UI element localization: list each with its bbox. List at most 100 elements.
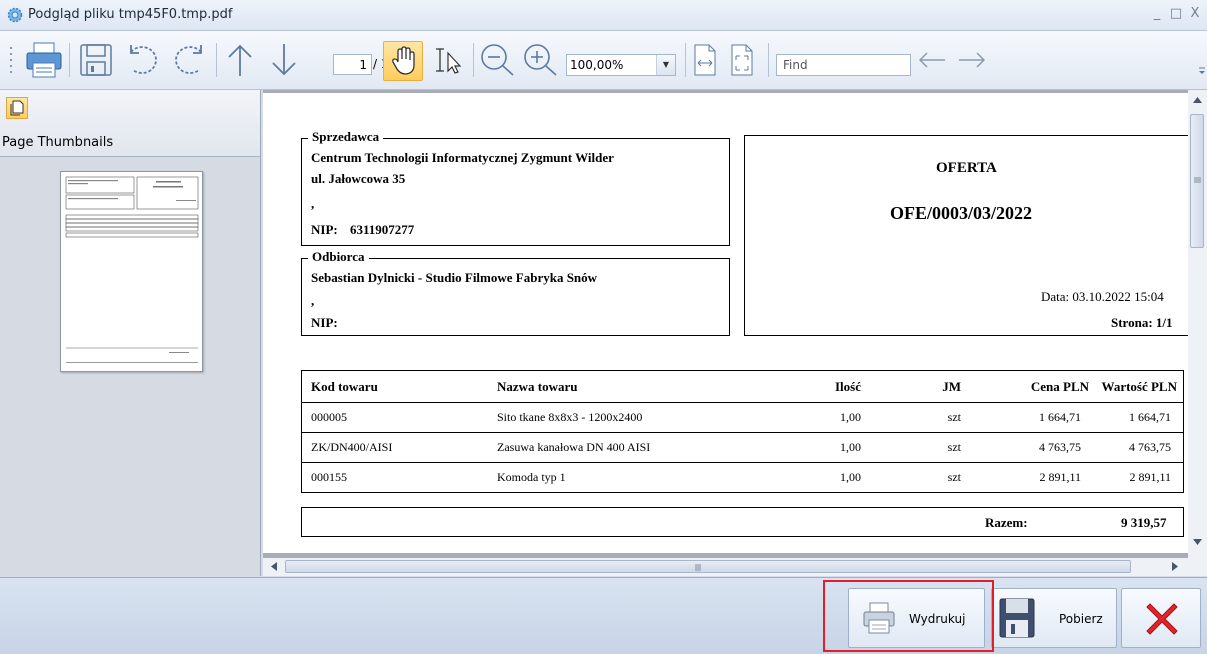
fit-page-icon[interactable] (727, 41, 757, 79)
minimize-button[interactable]: _ (1147, 4, 1167, 24)
arrow-up-icon[interactable] (222, 41, 258, 79)
col-header-qty: Ilość (765, 370, 865, 403)
toolbar-separator (768, 43, 769, 77)
page-number-input[interactable]: 1 (333, 54, 372, 75)
cell-unit: szt (865, 462, 973, 493)
col-header-price: Cena PLN (973, 370, 1093, 403)
vertical-scrollbar[interactable] (1188, 90, 1207, 558)
cell-unit: szt (865, 432, 973, 463)
scroll-up-icon[interactable] (1193, 97, 1202, 103)
total-label: Razem: (985, 515, 1028, 530)
toolbar-separator (69, 43, 70, 77)
cell-qty: 1,00 (765, 402, 865, 433)
items-table: Kod towaru Nazwa towaru Ilość JM Cena PL… (301, 370, 1184, 493)
scroll-left-icon[interactable] (271, 562, 277, 571)
horizontal-scrollbar[interactable] (263, 558, 1207, 576)
print-button-highlight (823, 580, 994, 652)
seller-legend: Sprzedawca (308, 129, 384, 145)
hand-tool-icon (392, 46, 415, 75)
chevron-down-icon[interactable]: ▼ (656, 55, 675, 75)
zoom-out-icon[interactable] (478, 41, 518, 79)
rotate-right-icon[interactable] (170, 41, 210, 79)
cell-value: 4 763,75 (1093, 432, 1184, 463)
offer-number: OFE/0003/03/2022 (890, 203, 1033, 223)
download-button[interactable]: Pobierz (991, 588, 1117, 648)
save-icon[interactable] (76, 41, 116, 79)
toolbar: 1 / 1 100,00% ▼ Find (0, 31, 1207, 90)
toolbar-separator (216, 43, 217, 77)
thumbnails-label: Page Thumbnails (2, 135, 114, 150)
table-row: 000005 Sito tkane 8x8x3 - 1200x2400 1,00… (301, 402, 1184, 433)
cell-price: 1 664,71 (973, 402, 1093, 433)
cell-name: Komoda typ 1 (483, 462, 765, 493)
cell-code: 000005 (301, 402, 483, 433)
find-input[interactable]: Find (776, 54, 911, 76)
cell-code: 000155 (301, 462, 483, 493)
col-header-name: Nazwa towaru (483, 370, 765, 403)
find-prev-icon[interactable] (915, 41, 949, 79)
cell-name: Sito tkane 8x8x3 - 1200x2400 (483, 402, 765, 433)
title-bar: Podgląd pliku tmp45F0.tmp.pdf _ □ X (0, 0, 1207, 31)
pdf-page: Sprzedawca Centrum Technologii Informaty… (263, 93, 1188, 553)
table-header-row: Kod towaru Nazwa towaru Ilość JM Cena PL… (301, 370, 1184, 403)
offer-title: OFERTA (936, 160, 997, 176)
document-viewer[interactable]: Sprzedawca Centrum Technologii Informaty… (263, 90, 1207, 576)
col-header-value: Wartość PLN (1093, 370, 1184, 403)
col-header-unit: JM (865, 370, 973, 403)
seller-name: Centrum Technologii Informatycznej Zygmu… (311, 150, 614, 165)
cell-price: 2 891,11 (973, 462, 1093, 493)
maximize-button[interactable]: □ (1166, 4, 1186, 24)
cell-value: 1 664,71 (1093, 402, 1184, 433)
download-button-label: Pobierz (1059, 612, 1103, 626)
zoom-in-icon[interactable] (521, 41, 561, 79)
buyer-legend: Odbiorca (308, 249, 369, 265)
toolbar-overflow-icon[interactable] (1198, 41, 1206, 79)
page-thumbnails-icon (10, 100, 24, 116)
seller-street: ul. Jałowcowa 35 (311, 171, 406, 186)
buyer-nip-label: NIP: (311, 315, 338, 330)
close-red-x-icon (1146, 603, 1178, 635)
thumbnails-panel: Page Thumbnails (0, 90, 261, 576)
print-icon[interactable] (22, 41, 66, 79)
bottom-action-bar: Wydrukuj Pobierz (0, 577, 1207, 654)
horizontal-scroll-thumb[interactable] (285, 560, 1131, 573)
cell-value: 2 891,11 (1093, 462, 1184, 493)
toolbar-separator (473, 43, 474, 77)
col-header-code: Kod towaru (301, 370, 483, 403)
close-button[interactable] (1121, 588, 1201, 648)
zoom-value: 100,00% (570, 58, 624, 72)
total-box (301, 507, 1184, 537)
seller-nip-label: NIP: (311, 222, 338, 237)
offer-date: Data: 03.10.2022 15:04 (1041, 289, 1164, 304)
floppy-save-icon (999, 598, 1035, 638)
scroll-down-icon[interactable] (1193, 539, 1202, 545)
thumbnails-panel-header: Page Thumbnails (0, 90, 260, 157)
window-title: Podgląd pliku tmp45F0.tmp.pdf (28, 7, 233, 22)
offer-page: Strona: 1/1 (1111, 315, 1173, 330)
text-select-icon[interactable] (428, 41, 468, 79)
page-thumbnail[interactable] (60, 171, 203, 372)
cell-qty: 1,00 (765, 432, 865, 463)
total-value: 9 319,57 (1121, 515, 1167, 530)
scroll-right-icon[interactable] (1172, 562, 1178, 571)
rotate-left-icon[interactable] (122, 41, 162, 79)
fit-width-icon[interactable] (690, 41, 720, 79)
seller-nip: 6311907277 (350, 222, 415, 237)
app-icon (7, 7, 23, 23)
find-next-icon[interactable] (955, 41, 989, 79)
cell-unit: szt (865, 402, 973, 433)
thumbnails-toggle-button[interactable] (6, 97, 28, 119)
cell-qty: 1,00 (765, 462, 865, 493)
hand-tool-button[interactable] (383, 41, 423, 81)
vertical-scroll-thumb[interactable] (1190, 114, 1204, 248)
arrow-down-icon[interactable] (266, 41, 302, 79)
cell-code: ZK/DN400/AISI (301, 432, 483, 463)
toolbar-grip[interactable] (9, 41, 13, 79)
zoom-select[interactable]: 100,00% ▼ (566, 54, 676, 76)
buyer-city: , (311, 293, 315, 308)
table-row: 000155 Komoda typ 1 1,00 szt 2 891,11 2 … (301, 462, 1184, 493)
seller-city: , (311, 196, 315, 211)
toolbar-separator (685, 43, 686, 77)
buyer-name: Sebastian Dylnicki - Studio Filmowe Fabr… (311, 270, 598, 285)
close-window-button[interactable]: X (1185, 4, 1205, 24)
